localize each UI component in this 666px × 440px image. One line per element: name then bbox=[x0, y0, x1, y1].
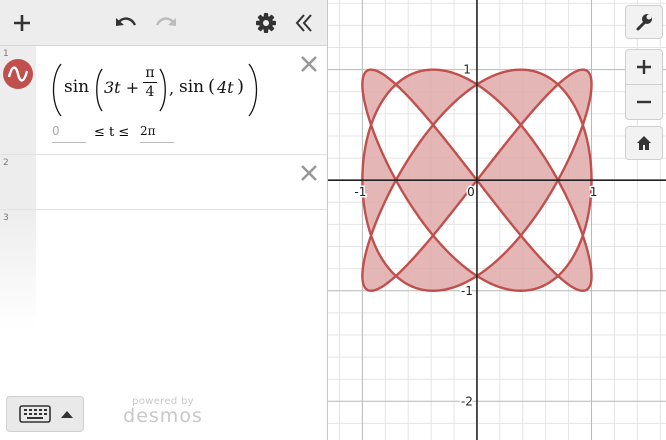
keyboard-toggle-button[interactable] bbox=[6, 396, 84, 432]
expression-panel: 1 sin 3t + π 4 , sin ( 4t ) 0 ≤ t ≤ 2π 2… bbox=[0, 0, 328, 440]
settings-button[interactable] bbox=[252, 9, 280, 37]
open-paren-small: ( bbox=[208, 76, 216, 97]
minor-gridlines bbox=[328, 0, 666, 440]
row-number: 3 bbox=[3, 213, 9, 223]
close-paren-medium bbox=[159, 68, 166, 112]
arg-3t-plus: 3t + bbox=[104, 78, 140, 97]
open-paren-large bbox=[52, 63, 62, 117]
row-gutter: 2 bbox=[0, 155, 36, 209]
tick-label: 1 bbox=[590, 185, 598, 199]
fraction-denominator: 4 bbox=[143, 82, 157, 100]
delete-expression-button[interactable] bbox=[299, 54, 319, 74]
tick-label: -1 bbox=[461, 284, 473, 298]
close-paren-small: ) bbox=[237, 76, 245, 97]
minus-icon bbox=[637, 100, 651, 104]
close-icon bbox=[301, 56, 317, 72]
fn-sin-1: sin bbox=[64, 77, 90, 97]
undo-button[interactable] bbox=[112, 9, 140, 37]
t-min-input[interactable]: 0 bbox=[52, 124, 86, 143]
undo-icon bbox=[116, 17, 137, 26]
expression-toolbar bbox=[0, 0, 327, 46]
keyboard-icon bbox=[19, 405, 73, 423]
curve-color-icon[interactable] bbox=[3, 59, 33, 89]
tick-labels: -1 0 1 1 -1 -2 bbox=[353, 61, 599, 410]
tick-label: -1 bbox=[354, 185, 366, 199]
graph-settings-button[interactable] bbox=[625, 5, 663, 39]
parameter-range: 0 ≤ t ≤ 2π bbox=[52, 124, 252, 146]
t-max-input[interactable]: 2π bbox=[140, 124, 174, 143]
gear-icon bbox=[256, 13, 276, 33]
double-chevron-left-icon bbox=[295, 14, 312, 32]
fraction-numerator: π bbox=[145, 65, 155, 81]
parametric-formula[interactable]: sin 3t + π 4 , sin ( 4t ) bbox=[50, 58, 280, 120]
delete-expression-button[interactable] bbox=[299, 163, 319, 183]
open-paren-medium bbox=[96, 68, 103, 112]
tick-label: 1 bbox=[463, 63, 471, 77]
range-operator: ≤ t ≤ bbox=[94, 125, 130, 140]
fn-sin-2: sin bbox=[179, 77, 205, 97]
redo-icon bbox=[155, 17, 176, 26]
expression-row-1[interactable]: 1 sin 3t + π 4 , sin ( 4t ) 0 ≤ t ≤ 2π bbox=[0, 46, 327, 155]
tick-label: -2 bbox=[461, 394, 473, 408]
axes bbox=[328, 0, 666, 440]
fraction-pi-over-4: π 4 bbox=[143, 65, 157, 100]
collapse-panel-button[interactable] bbox=[290, 9, 318, 37]
close-icon bbox=[301, 165, 317, 181]
powered-by-desmos-logo[interactable]: powered by desmos bbox=[118, 396, 208, 427]
comma: , bbox=[169, 79, 175, 98]
zoom-out-button[interactable] bbox=[625, 84, 663, 120]
add-item-button[interactable] bbox=[8, 9, 36, 37]
expression-row-3[interactable]: 3 bbox=[0, 210, 327, 330]
arg-4t: 4t bbox=[217, 78, 234, 97]
plus-icon bbox=[14, 15, 30, 31]
caret-up-icon bbox=[61, 411, 73, 418]
zoom-in-button[interactable] bbox=[625, 49, 663, 85]
home-icon bbox=[637, 136, 651, 150]
row-gutter: 3 bbox=[0, 210, 36, 330]
major-gridlines bbox=[328, 0, 666, 440]
graph-canvas[interactable]: -1 0 1 1 -1 -2 bbox=[328, 0, 666, 440]
expression-row-2[interactable]: 2 bbox=[0, 155, 327, 210]
plus-icon bbox=[637, 60, 651, 74]
wrench-icon bbox=[636, 14, 652, 31]
tick-label: 0 bbox=[467, 185, 475, 199]
row-number: 2 bbox=[3, 158, 9, 168]
desmos-wordmark: desmos bbox=[123, 405, 203, 427]
default-viewport-button[interactable] bbox=[625, 126, 663, 160]
sine-wave-icon bbox=[7, 66, 29, 82]
close-paren-large bbox=[248, 63, 258, 117]
redo-button[interactable] bbox=[152, 9, 180, 37]
row-number: 1 bbox=[3, 49, 9, 59]
row-gutter: 1 bbox=[0, 46, 36, 154]
